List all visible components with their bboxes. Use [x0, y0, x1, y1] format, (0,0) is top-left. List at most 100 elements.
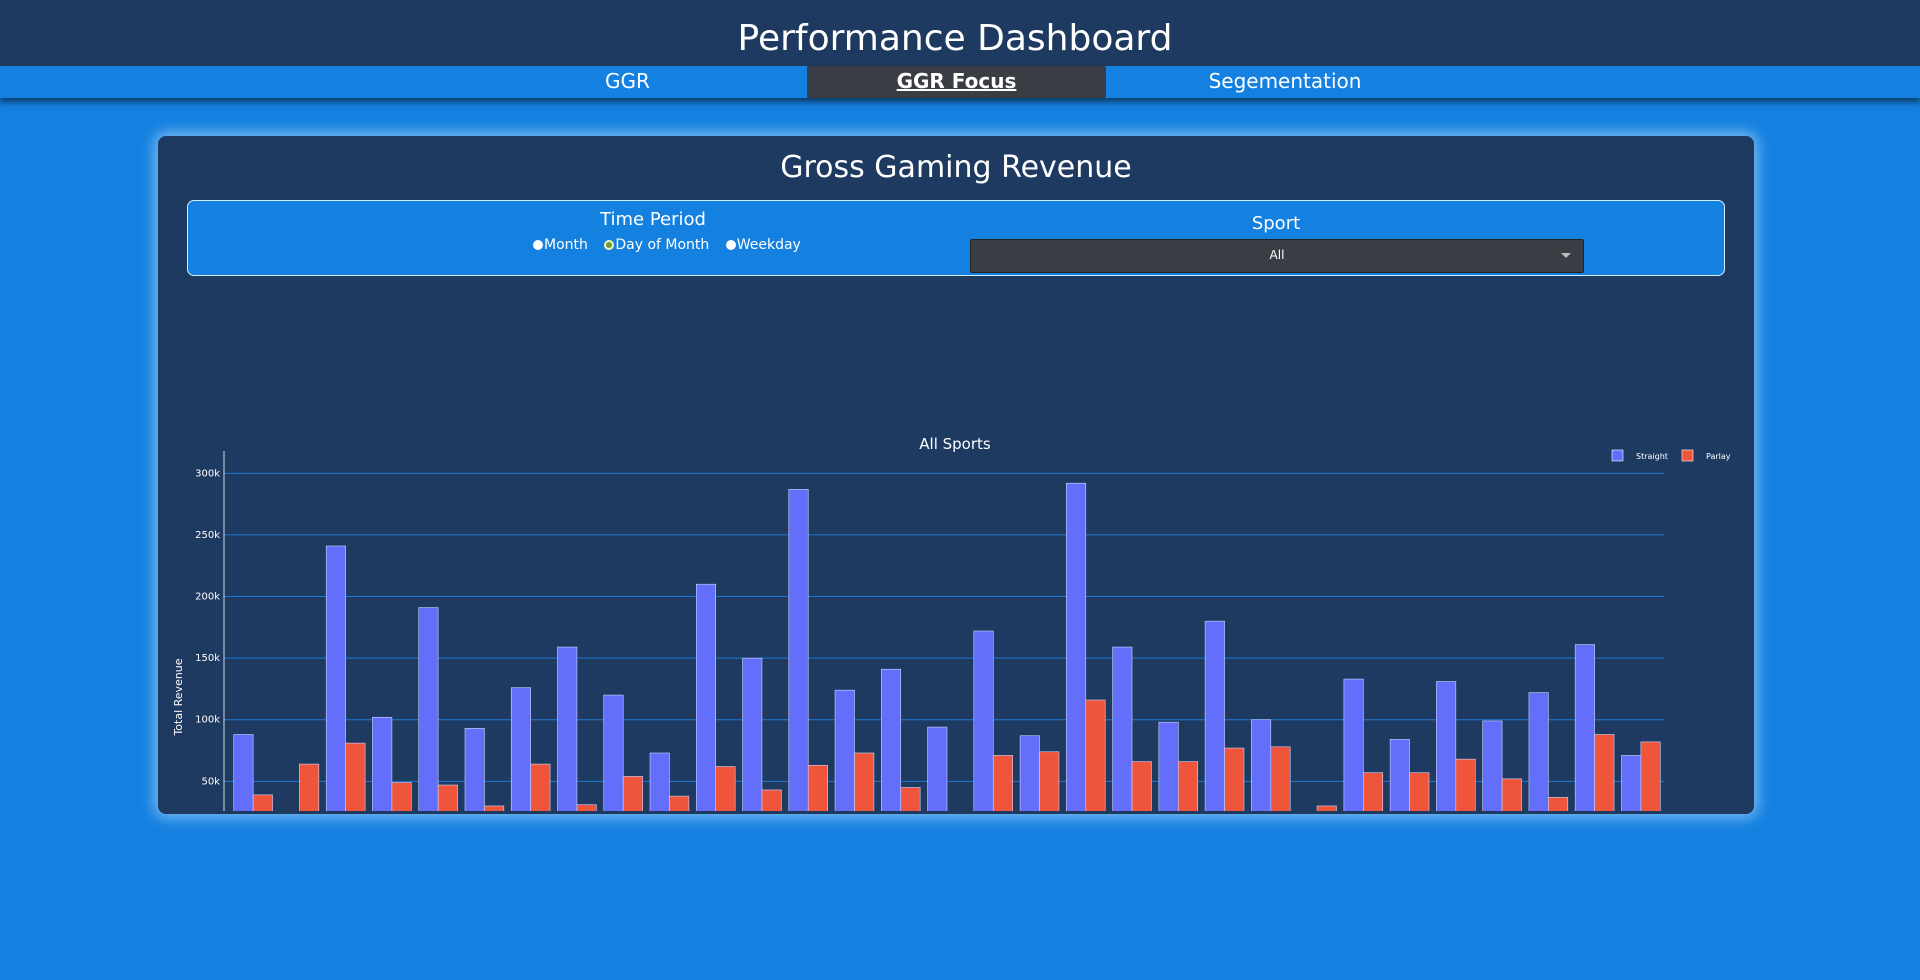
legend-swatch-straight	[1611, 449, 1624, 462]
bar-straight-day-7[interactable]	[510, 687, 531, 811]
bar-straight-day-29[interactable]	[1528, 692, 1549, 811]
chevron-down-icon[interactable]	[1561, 253, 1571, 258]
radio-day-of-month[interactable]: Day of Month	[604, 237, 721, 253]
bar-parlay-day-8[interactable]	[576, 804, 597, 811]
bar-parlay-day-18[interactable]	[1039, 751, 1060, 811]
card-title: Gross Gaming Revenue	[780, 150, 1132, 185]
bar-straight-day-23[interactable]	[1251, 719, 1272, 811]
sport-dropdown[interactable]: All	[970, 239, 1584, 273]
time-period-label: Time Period	[600, 209, 706, 230]
y-tick-label: 300k	[195, 468, 220, 479]
bar-parlay-day-12[interactable]	[761, 789, 782, 811]
bar-parlay-day-2[interactable]	[299, 763, 320, 811]
bar-parlay-day-31[interactable]	[1640, 741, 1661, 811]
legend-label-straight: Straight	[1636, 452, 1668, 461]
bar-parlay-day-26[interactable]	[1409, 772, 1430, 811]
bar-straight-day-16[interactable]	[927, 726, 948, 811]
bar-parlay-day-29[interactable]	[1548, 797, 1569, 811]
bar-parlay-day-3[interactable]	[345, 742, 366, 811]
radio-button-icon[interactable]	[533, 240, 543, 250]
bar-parlay-day-19[interactable]	[1085, 699, 1106, 811]
app-title: Performance Dashboard	[737, 18, 1173, 59]
tab-ggr[interactable]: GGR	[520, 66, 735, 98]
legend-item-parlay[interactable]: Parlay	[1681, 449, 1731, 462]
chart-legend[interactable]: Straight Parlay	[1611, 449, 1731, 462]
sport-label: Sport	[1251, 213, 1301, 234]
y-tick-label: 100k	[195, 715, 220, 726]
y-tick-label: 200k	[195, 592, 220, 603]
bar-parlay-day-5[interactable]	[437, 784, 458, 811]
legend-swatch-parlay	[1681, 449, 1694, 462]
tab-segmentation[interactable]: Segementation	[1180, 66, 1390, 98]
bar-parlay-day-28[interactable]	[1501, 778, 1522, 811]
radio-button-icon[interactable]	[725, 240, 736, 250]
y-tick-label: 150k	[195, 653, 220, 664]
bar-parlay-day-9[interactable]	[622, 776, 643, 811]
radio-month-label: Month	[544, 237, 588, 253]
radio-month[interactable]: Month	[533, 237, 600, 253]
bar-straight-day-13[interactable]	[788, 489, 809, 811]
bar-straight-day-17[interactable]	[973, 630, 994, 811]
bar-straight-day-6[interactable]	[464, 728, 485, 811]
y-tick-label: 50k	[201, 776, 220, 787]
bar-parlay-day-25[interactable]	[1363, 772, 1384, 811]
radio-day-of-month-label: Day of Month	[615, 237, 710, 253]
radio-weekday[interactable]: Weekday	[725, 237, 813, 253]
bar-straight-day-27[interactable]	[1436, 681, 1457, 811]
bars	[233, 482, 1661, 811]
bar-parlay-day-24[interactable]	[1316, 805, 1337, 811]
bar-straight-day-3[interactable]	[325, 545, 346, 811]
bar-straight-day-25[interactable]	[1343, 678, 1364, 811]
legend-label-parlay: Parlay	[1706, 452, 1731, 461]
bar-straight-day-12[interactable]	[742, 657, 763, 811]
bar-straight-day-8[interactable]	[557, 646, 578, 811]
sport-dropdown-value: All	[1269, 248, 1285, 262]
bar-parlay-day-4[interactable]	[391, 782, 412, 811]
bar-parlay-day-14[interactable]	[854, 752, 875, 811]
revenue-bar-chart: 300k250k200k150k100k50k0-50k All Sports …	[172, 435, 1731, 811]
bar-straight-day-10[interactable]	[649, 752, 670, 811]
radio-weekday-label: Weekday	[736, 237, 801, 253]
bar-parlay-day-21[interactable]	[1177, 761, 1199, 811]
bar-straight-day-26[interactable]	[1389, 739, 1410, 811]
bar-straight-day-28[interactable]	[1482, 720, 1503, 811]
bar-parlay-day-10[interactable]	[669, 795, 690, 811]
bar-parlay-day-1[interactable]	[252, 794, 273, 811]
app-header: Performance Dashboard	[0, 0, 1920, 66]
bar-straight-day-20[interactable]	[1112, 646, 1133, 811]
bar-straight-day-30[interactable]	[1574, 644, 1595, 811]
revenue-card: Gross Gaming Revenue Time Period Month D…	[158, 136, 1754, 814]
bar-straight-day-19[interactable]	[1066, 482, 1087, 811]
bar-parlay-day-30[interactable]	[1594, 734, 1615, 811]
bar-straight-day-21[interactable]	[1158, 721, 1179, 811]
bar-straight-day-9[interactable]	[603, 694, 624, 811]
bar-parlay-day-6[interactable]	[484, 805, 505, 811]
bar-straight-day-15[interactable]	[881, 668, 902, 811]
bar-parlay-day-11[interactable]	[715, 766, 736, 811]
bar-straight-day-31[interactable]	[1621, 755, 1642, 811]
bar-parlay-day-27[interactable]	[1455, 758, 1476, 811]
bar-parlay-day-13[interactable]	[807, 765, 828, 811]
bar-straight-day-14[interactable]	[834, 689, 855, 811]
bar-straight-day-1[interactable]	[233, 734, 254, 811]
y-axis-label: Total Revenue	[172, 658, 185, 736]
bar-parlay-day-22[interactable]	[1224, 747, 1245, 811]
bar-parlay-day-20[interactable]	[1131, 761, 1152, 811]
time-period-radio-group: Month Day of Month Weekday	[533, 237, 813, 253]
y-tick-label: 250k	[195, 530, 220, 541]
bar-straight-day-5[interactable]	[418, 607, 439, 811]
bar-parlay-day-23[interactable]	[1270, 746, 1291, 811]
bar-straight-day-4[interactable]	[372, 716, 393, 811]
bar-parlay-day-17[interactable]	[992, 755, 1013, 811]
bar-parlay-day-15[interactable]	[900, 787, 921, 811]
bar-straight-day-22[interactable]	[1204, 620, 1225, 811]
radio-button-checked-icon[interactable]	[604, 240, 615, 250]
legend-item-straight[interactable]: Straight	[1611, 449, 1668, 462]
filter-panel: Time Period Month Day of Month Weekday S…	[187, 200, 1725, 276]
bar-parlay-day-7[interactable]	[530, 763, 551, 811]
bar-straight-day-18[interactable]	[1019, 735, 1040, 811]
bar-straight-day-11[interactable]	[695, 583, 717, 811]
chart-title: All Sports	[919, 435, 991, 453]
tab-bar: GGR GGR Focus Segementation	[0, 66, 1920, 98]
tab-ggr-focus[interactable]: GGR Focus	[807, 66, 1106, 98]
